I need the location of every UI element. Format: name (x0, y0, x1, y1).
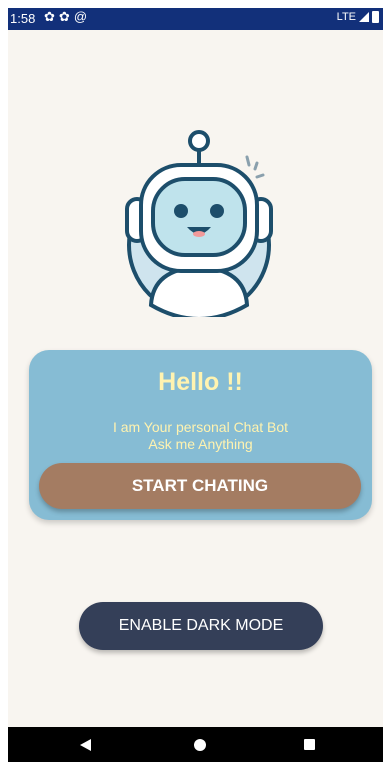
navigation-bar (8, 727, 383, 762)
at-sign-icon: @ (73, 9, 92, 24)
greeting-subtitle-line1: I am Your personal Chat Bot (112, 419, 289, 435)
battery-icon (372, 11, 379, 23)
recents-icon[interactable] (304, 739, 315, 750)
robot-icon (125, 130, 273, 317)
status-time: 1:58 (10, 11, 36, 26)
app-screen: 1:58 ✿✿@ LTE Hello !! I am Your personal… (8, 8, 383, 762)
greeting-subtitle-line2: Ask me Anything (148, 436, 253, 452)
robot-illustration (125, 130, 273, 317)
status-notification-icons: ✿✿@ (44, 9, 91, 25)
signal-icon (359, 12, 369, 22)
home-icon[interactable] (194, 739, 206, 751)
back-icon[interactable] (80, 739, 91, 751)
greeting-card: Hello !! I am Your personal Chat Bot Ask… (29, 350, 372, 520)
network-type: LTE (336, 11, 356, 23)
greeting-title: Hello !! (158, 368, 243, 396)
settings-icon: ✿ (58, 9, 74, 24)
greeting-subtitle: I am Your personal Chat Bot Ask me Anyth… (29, 419, 372, 453)
status-bar: 1:58 ✿✿@ LTE (8, 8, 383, 30)
status-right: LTE (337, 11, 379, 23)
start-chatting-button[interactable]: START CHATING (39, 463, 361, 509)
enable-dark-mode-button[interactable]: ENABLE DARK MODE (79, 602, 323, 650)
settings-icon: ✿ (44, 9, 59, 24)
